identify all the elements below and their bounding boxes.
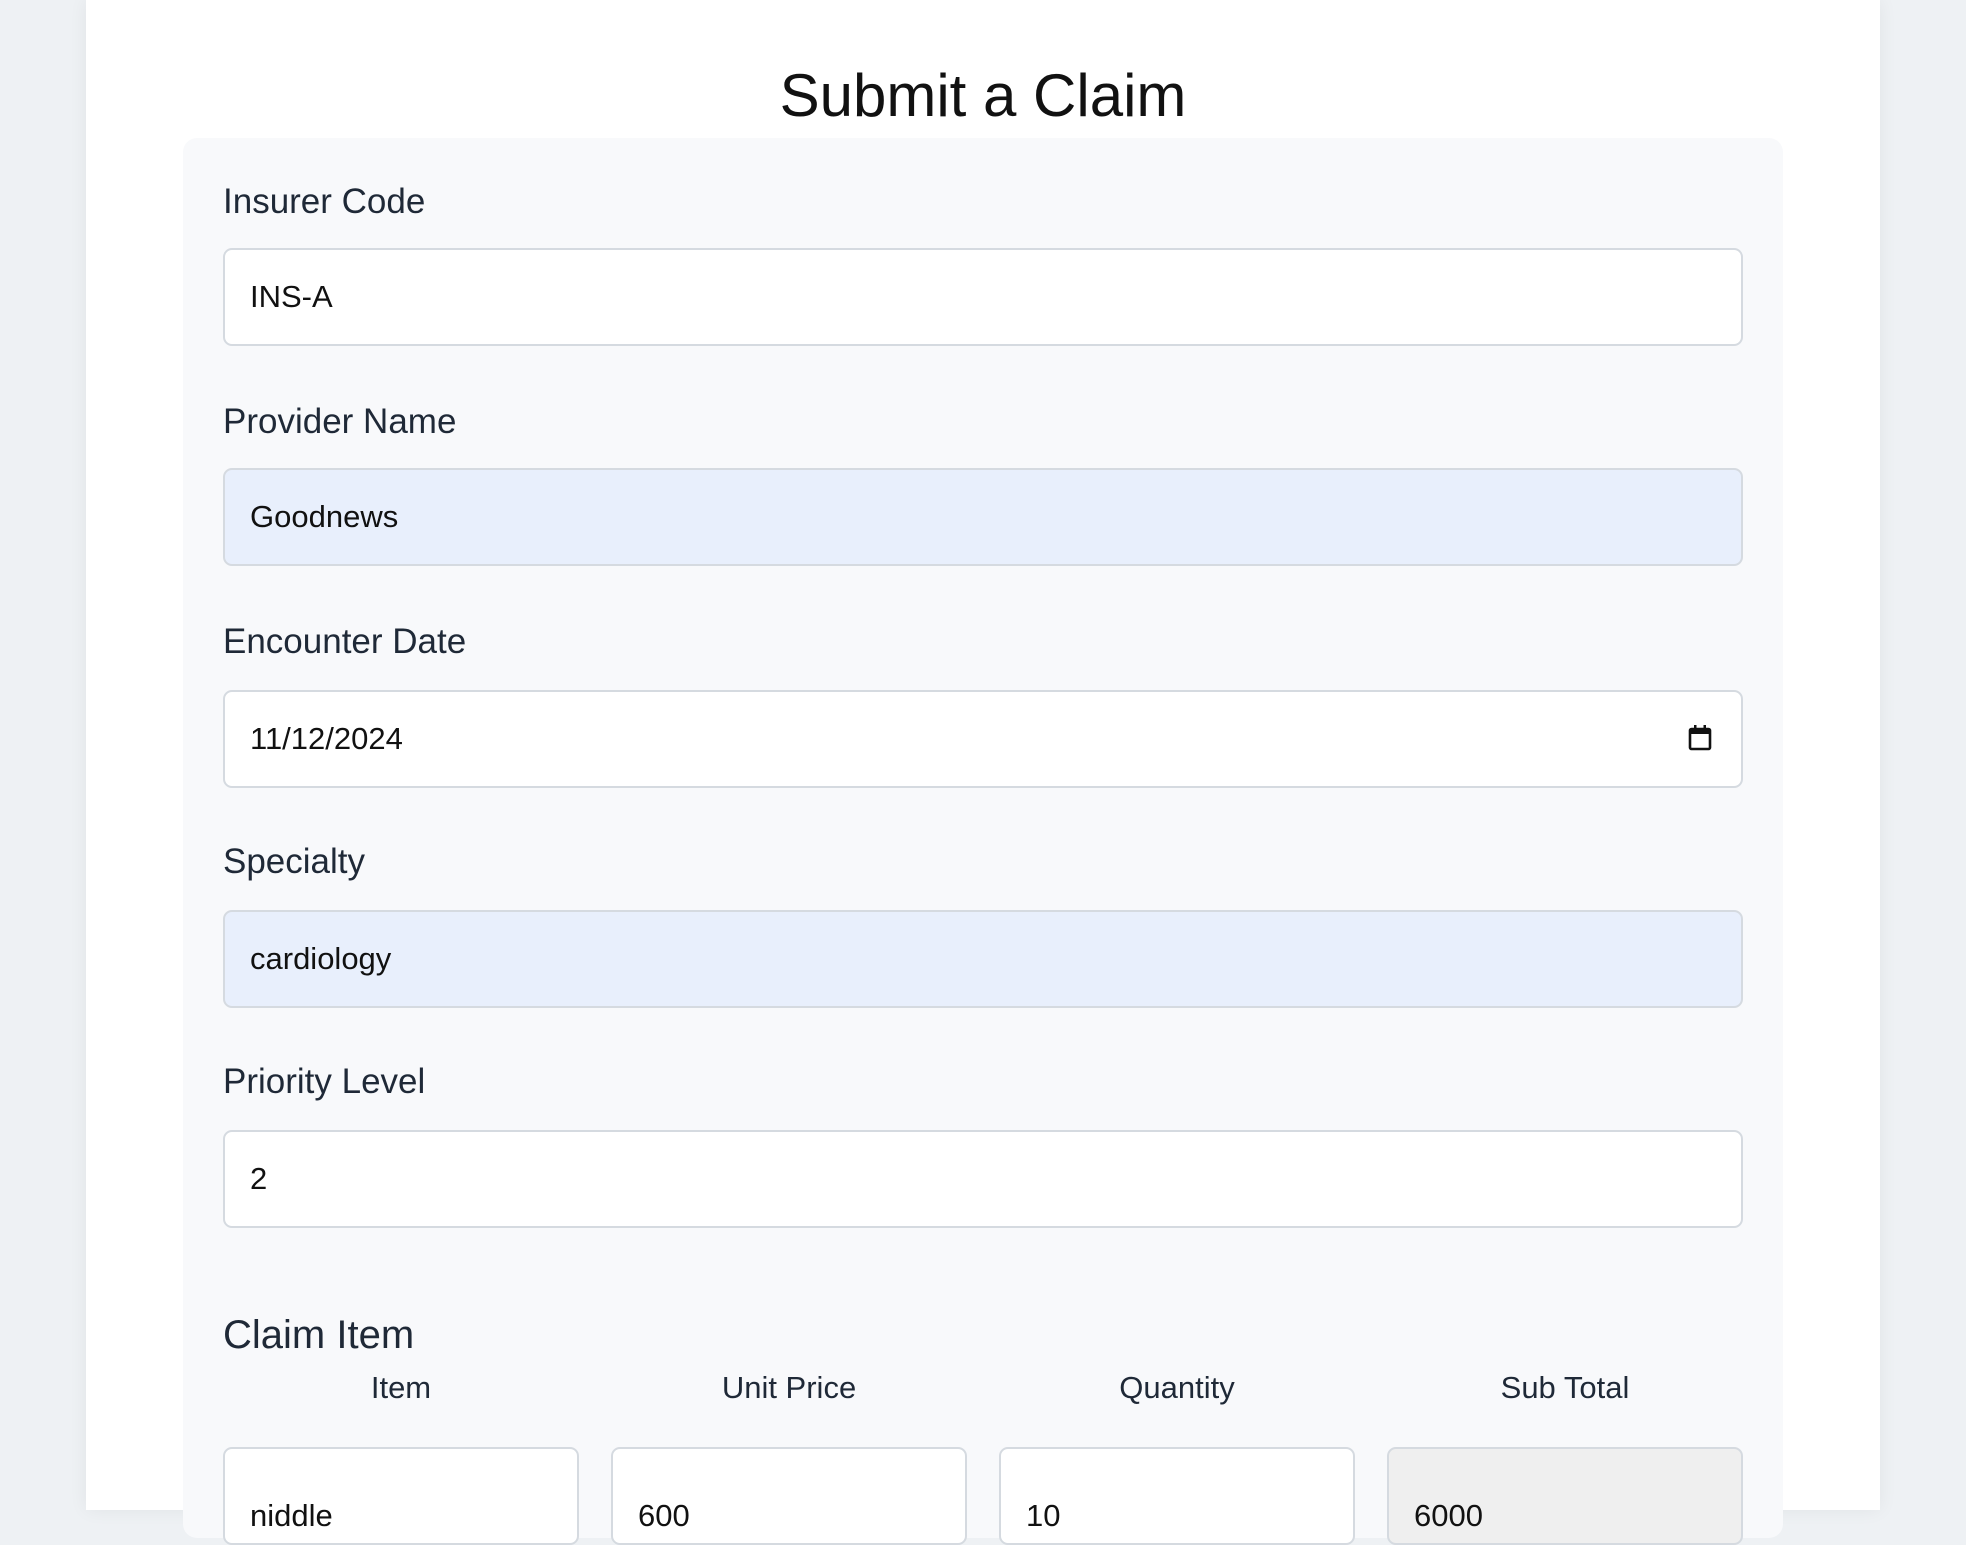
item-input[interactable] [223,1447,579,1545]
unit-price-input[interactable] [611,1447,967,1545]
specialty-input[interactable] [223,910,1743,1008]
encounter-date-input[interactable]: 11/12/2024 [223,690,1743,788]
sub-total-column-header: Sub Total [1500,1370,1630,1405]
provider-name-label: Provider Name [223,402,457,441]
claim-item-section-title: Claim Item [223,1313,415,1358]
page-container: Submit a Claim Insurer Code Provider Nam… [86,0,1880,1545]
priority-level-input[interactable] [223,1130,1743,1228]
insurer-code-label: Insurer Code [223,182,426,221]
insurer-code-input[interactable] [223,248,1743,346]
quantity-column-header: Quantity [1119,1370,1235,1405]
encounter-date-value: 11/12/2024 [250,721,403,756]
sub-total-input [1387,1447,1743,1545]
priority-level-label: Priority Level [223,1062,426,1101]
claim-form: Insurer Code Provider Name Encounter Dat… [183,138,1783,1545]
item-column-header: Item [370,1370,432,1405]
quantity-input[interactable] [999,1447,1355,1545]
calendar-icon[interactable] [1688,724,1712,752]
specialty-label: Specialty [223,842,366,881]
provider-name-input[interactable] [223,468,1743,566]
page-title: Submit a Claim [779,62,1187,130]
encounter-date-label: Encounter Date [223,622,467,661]
unit-price-column-header: Unit Price [721,1370,857,1405]
